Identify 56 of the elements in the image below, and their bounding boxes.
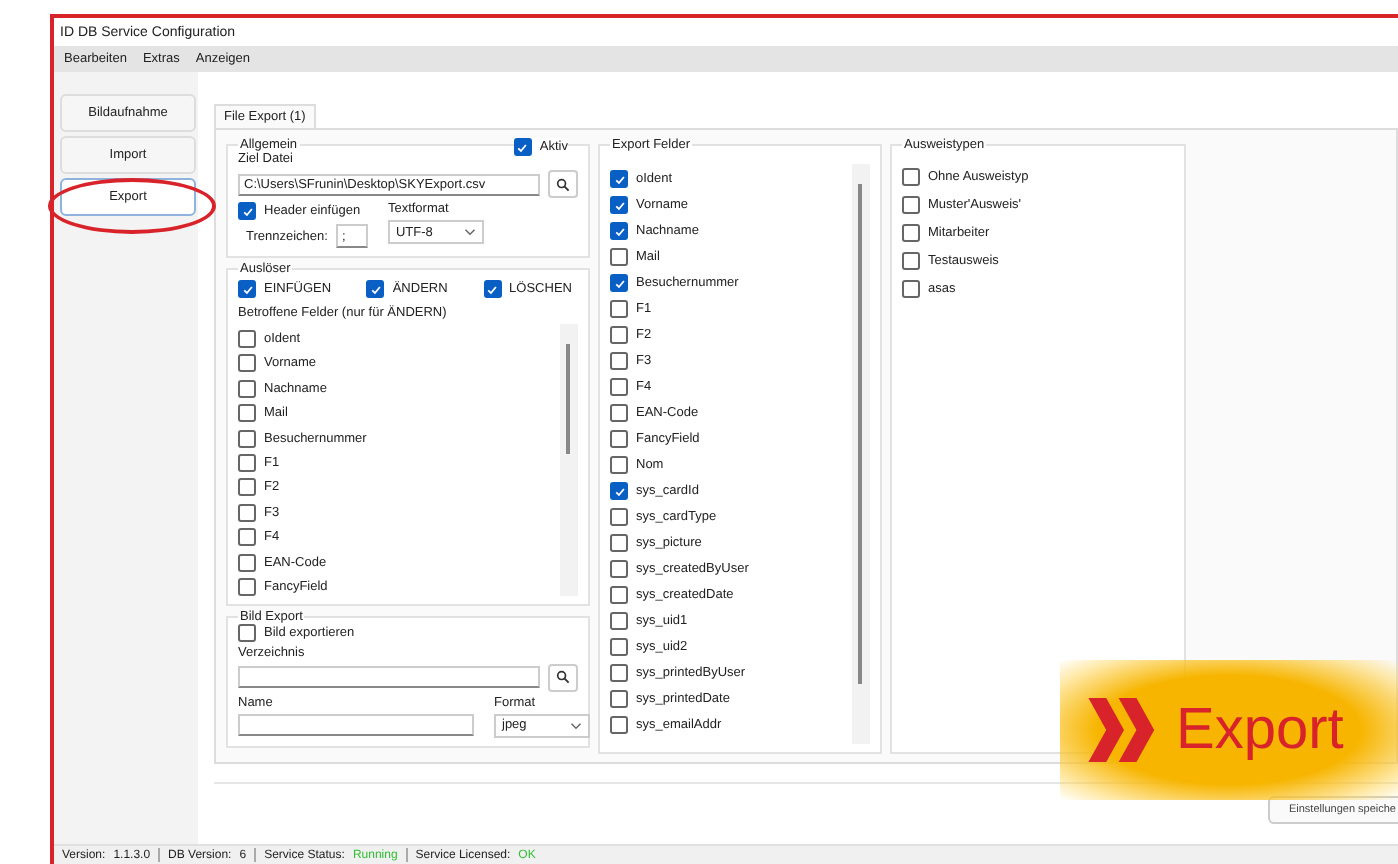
browse-button[interactable] (548, 663, 578, 692)
checkbox[interactable] (238, 354, 256, 373)
checkbox[interactable] (238, 280, 256, 298)
checkbox[interactable] (610, 612, 628, 630)
checkbox[interactable] (902, 252, 920, 270)
checkbox[interactable] (513, 138, 532, 156)
checkbox[interactable] (483, 280, 502, 298)
checkbox[interactable] (610, 690, 628, 708)
chevron-icon (463, 228, 476, 236)
scrollbar[interactable] (560, 324, 578, 596)
checkbox[interactable] (610, 430, 628, 448)
checkbox[interactable] (902, 280, 920, 298)
checkbox[interactable] (610, 326, 628, 344)
checkbox[interactable] (902, 224, 920, 242)
checkbox[interactable] (238, 478, 256, 497)
callout-label: Export (1176, 701, 1344, 759)
checkbox[interactable] (610, 300, 628, 318)
checkbox[interactable] (238, 528, 256, 547)
checkbox[interactable] (238, 429, 256, 448)
checkbox[interactable] (238, 623, 256, 642)
checkbox[interactable] (238, 330, 256, 348)
checkbox[interactable] (610, 638, 628, 656)
checkbox[interactable] (610, 274, 628, 292)
search-icon (556, 177, 570, 191)
checkbox[interactable] (610, 456, 628, 474)
checkbox[interactable] (238, 577, 256, 596)
checkbox[interactable] (366, 280, 385, 298)
checkbox[interactable] (610, 716, 628, 734)
checkbox[interactable] (610, 378, 628, 396)
scrollbar[interactable] (852, 164, 870, 744)
checkbox[interactable] (610, 534, 628, 552)
checkbox[interactable] (610, 404, 628, 422)
checkbox[interactable] (610, 352, 628, 370)
input-field[interactable] (238, 666, 540, 689)
chevron-icon (570, 721, 582, 730)
checkbox[interactable] (610, 560, 628, 578)
checkbox[interactable] (610, 196, 628, 214)
checkbox[interactable] (238, 202, 256, 220)
input-field[interactable] (238, 713, 474, 736)
browse-button[interactable] (548, 170, 578, 198)
checkbox[interactable] (610, 508, 628, 526)
checkbox[interactable] (238, 453, 256, 472)
checkbox[interactable] (238, 404, 256, 423)
double-chevron-icon (1088, 698, 1160, 762)
checkbox[interactable] (610, 222, 628, 240)
checkbox[interactable] (610, 170, 628, 188)
search-icon (556, 670, 570, 685)
checkbox[interactable] (610, 482, 628, 500)
checkbox[interactable] (902, 196, 920, 214)
checkbox[interactable] (610, 586, 628, 604)
checkbox[interactable] (238, 379, 256, 398)
checkbox[interactable] (610, 664, 628, 682)
checkbox[interactable] (238, 503, 256, 522)
checkbox[interactable] (610, 248, 628, 266)
checkbox[interactable] (902, 168, 920, 186)
checkbox[interactable] (238, 553, 256, 572)
